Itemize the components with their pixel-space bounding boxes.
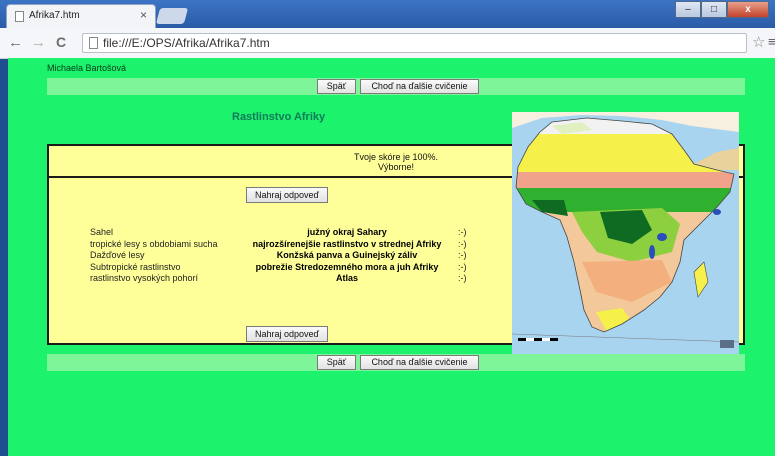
maximize-button[interactable]: □ xyxy=(701,1,727,18)
window-controls: – □ x xyxy=(675,1,769,19)
row-label: Subtropické rastlinstvo xyxy=(90,261,181,272)
next-exercise-button[interactable]: Choď na ďalšie cvičenie xyxy=(360,79,479,94)
row-label: rastlinstvo vysokých pohorí xyxy=(90,273,199,283)
author-name: Michaela Bartošová xyxy=(47,63,127,73)
answer-row: Dažďové lesy Konžská panva a Guinejský z… xyxy=(90,250,467,260)
browser-tab[interactable]: Afrika7.htm × xyxy=(6,4,156,28)
bottom-nav-bar: Späť Choď na ďalšie cvičenie xyxy=(47,354,745,371)
browser-window: Afrika7.htm × – □ x ← → C file:///E:/OPS… xyxy=(0,0,775,456)
back-button[interactable]: Späť xyxy=(317,355,356,370)
tab-title: Afrika7.htm xyxy=(29,10,80,21)
africa-vegetation-map xyxy=(511,112,740,355)
page-content: Michaela Bartošová Späť Choď na ďalšie c… xyxy=(8,58,775,456)
forward-arrow-icon[interactable]: → xyxy=(31,34,46,51)
title-bar: Afrika7.htm × – □ x xyxy=(0,0,775,28)
correct-mark: :-) xyxy=(458,261,467,272)
url-text[interactable]: file:///E:/OPS/Afrika/Afrika7.htm xyxy=(103,36,270,50)
submit-answer-button-bottom[interactable]: Nahraj odpoveď xyxy=(246,326,328,342)
correct-mark: :-) xyxy=(458,273,467,283)
submit-answer-button-top[interactable]: Nahraj odpoveď xyxy=(246,187,328,203)
page-icon xyxy=(89,37,98,49)
bookmark-star-icon[interactable]: ☆ xyxy=(752,33,765,51)
row-label: tropické lesy s obdobiami sucha xyxy=(90,238,218,249)
correct-mark: :-) xyxy=(458,227,467,237)
page-icon xyxy=(15,11,24,22)
back-button[interactable]: Späť xyxy=(317,79,356,94)
menu-icon[interactable]: ≡ xyxy=(768,34,775,49)
row-label: Dažďové lesy xyxy=(90,250,145,260)
reload-icon[interactable]: C xyxy=(56,34,66,50)
correct-mark: :-) xyxy=(458,250,467,260)
answer-row: tropické lesy s obdobiami sucha najrozší… xyxy=(90,238,467,249)
address-bar[interactable]: file:///E:/OPS/Afrika/Afrika7.htm xyxy=(82,33,747,53)
correct-mark: :-) xyxy=(458,238,467,249)
tab-close-icon[interactable]: × xyxy=(140,8,147,22)
answer-list: Sahel južný okraj Sahary :-) tropické le… xyxy=(90,227,490,285)
back-arrow-icon[interactable]: ← xyxy=(8,34,23,51)
answer-row: Subtropické rastlinstvo pobrežie Stredoz… xyxy=(90,261,467,272)
row-label: Sahel xyxy=(90,227,114,237)
close-window-button[interactable]: x xyxy=(727,1,769,18)
new-tab-button[interactable] xyxy=(155,8,189,24)
browser-toolbar: ← → C file:///E:/OPS/Afrika/Afrika7.htm xyxy=(0,28,775,59)
answer-row: Sahel južný okraj Sahary :-) xyxy=(90,227,467,237)
minimize-button[interactable]: – xyxy=(675,1,701,18)
answer-row: rastlinstvo vysokých pohorí Atlas :-) xyxy=(90,273,467,283)
top-nav-bar: Späť Choď na ďalšie cvičenie xyxy=(47,78,745,95)
page-title: Rastlinstvo Afriky xyxy=(232,111,326,123)
next-exercise-button[interactable]: Choď na ďalšie cvičenie xyxy=(360,355,479,370)
map-image xyxy=(511,112,740,355)
